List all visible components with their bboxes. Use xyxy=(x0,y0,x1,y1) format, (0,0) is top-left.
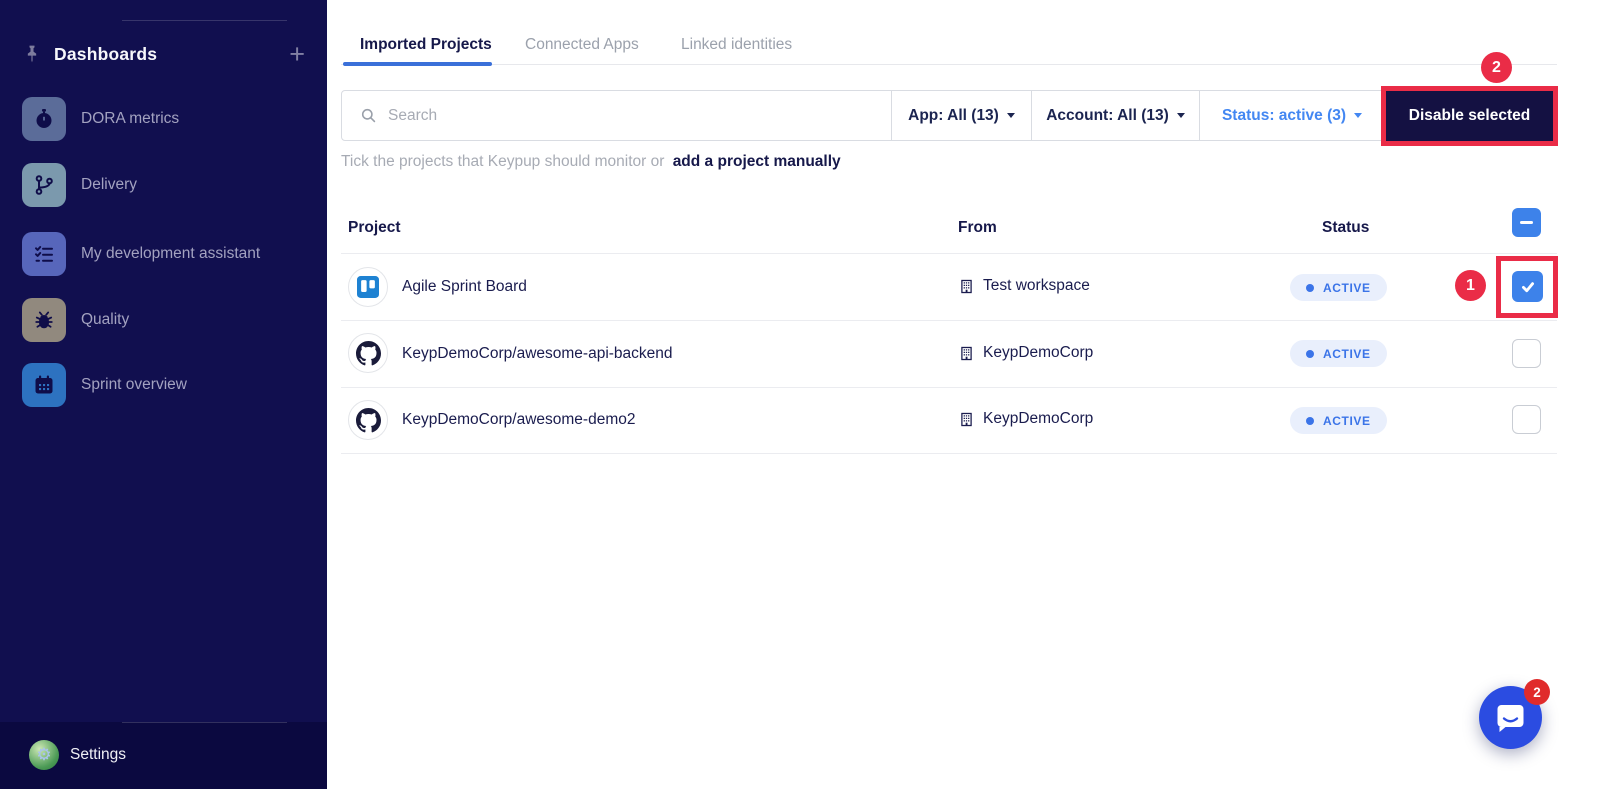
project-name: KeypDemoCorp/awesome-api-backend xyxy=(402,345,673,363)
active-tab-underline xyxy=(343,62,492,66)
sidebar-item-sprint-overview[interactable]: Sprint overview xyxy=(22,363,305,407)
row-divider xyxy=(341,453,1557,454)
from-cell: KeypDemoCorp xyxy=(958,344,1093,362)
stopwatch-icon xyxy=(22,97,66,141)
checklist-icon xyxy=(22,232,66,276)
app-filter-label: App: All (13) xyxy=(908,107,999,125)
account-filter-label: Account: All (13) xyxy=(1046,107,1169,125)
chat-unread-badge: 2 xyxy=(1524,679,1550,705)
from-label: KeypDemoCorp xyxy=(983,410,1093,428)
from-cell: KeypDemoCorp xyxy=(958,410,1093,428)
calendar-icon xyxy=(22,363,66,407)
tab-linked-identities[interactable]: Linked identities xyxy=(681,36,792,54)
github-icon xyxy=(348,333,388,373)
chevron-down-icon xyxy=(1007,113,1015,118)
status-label: ACTIVE xyxy=(1323,414,1371,428)
annotation-badge-2: 2 xyxy=(1481,52,1512,83)
status-badge: ACTIVE xyxy=(1290,274,1387,301)
row-divider xyxy=(341,320,1557,321)
building-icon xyxy=(958,345,975,362)
building-icon xyxy=(958,278,975,295)
tabbar-divider xyxy=(341,64,1557,65)
trello-icon xyxy=(348,267,388,307)
from-label: KeypDemoCorp xyxy=(983,344,1093,362)
sidebar-footer-divider xyxy=(122,722,287,723)
chevron-down-icon xyxy=(1177,113,1185,118)
row-checkbox[interactable] xyxy=(1512,405,1541,434)
tab-connected-apps[interactable]: Connected Apps xyxy=(525,36,639,54)
search-icon xyxy=(359,106,378,125)
search-input[interactable] xyxy=(388,107,891,125)
status-filter-label: Status: active (3) xyxy=(1222,107,1346,125)
column-header-from: From xyxy=(958,219,997,237)
add-project-manually-link[interactable]: add a project manually xyxy=(673,153,841,170)
sidebar-title: Dashboards xyxy=(54,44,289,65)
status-badge: ACTIVE xyxy=(1290,340,1387,367)
check-icon xyxy=(1518,277,1538,297)
column-header-status: Status xyxy=(1322,219,1369,237)
filter-toolbar: App: All (13) Account: All (13) Status: … xyxy=(341,90,1385,141)
annotation-badge-1: 1 xyxy=(1455,270,1486,301)
search-box xyxy=(342,91,891,140)
chevron-down-icon xyxy=(1354,113,1362,118)
status-dot-icon xyxy=(1306,350,1314,358)
sidebar-item-delivery[interactable]: Delivery xyxy=(22,163,305,207)
sidebar-item-label: Quality xyxy=(81,311,129,329)
github-icon xyxy=(348,400,388,440)
user-avatar: ⚙ xyxy=(29,740,59,770)
sidebar-item-label: My development assistant xyxy=(81,245,260,263)
building-icon xyxy=(958,411,975,428)
sidebar-item-label: Delivery xyxy=(81,176,137,194)
select-all-checkbox[interactable] xyxy=(1512,208,1541,237)
status-dot-icon xyxy=(1306,417,1314,425)
settings-label: Settings xyxy=(70,746,126,764)
disable-selected-button[interactable]: Disable selected xyxy=(1386,91,1553,141)
row-checkbox[interactable] xyxy=(1512,339,1541,368)
sidebar: Dashboards + DORA metrics xyxy=(0,0,327,789)
sidebar-item-my-development-assistant[interactable]: My development assistant xyxy=(22,232,305,276)
pin-icon[interactable] xyxy=(22,44,42,64)
hint-text: Tick the projects that Keypup should mon… xyxy=(341,153,664,170)
column-header-project: Project xyxy=(348,219,401,237)
status-filter-dropdown[interactable]: Status: active (3) xyxy=(1199,91,1384,140)
sidebar-item-quality[interactable]: Quality xyxy=(22,298,305,342)
app-filter-dropdown[interactable]: App: All (13) xyxy=(891,91,1031,140)
sidebar-top-divider xyxy=(122,20,287,21)
bug-icon xyxy=(22,298,66,342)
sidebar-footer: ⚙ Settings xyxy=(0,722,327,789)
status-label: ACTIVE xyxy=(1323,281,1371,295)
from-label: Test workspace xyxy=(983,277,1090,295)
status-dot-icon xyxy=(1306,284,1314,292)
git-branch-icon xyxy=(22,163,66,207)
row-divider xyxy=(341,387,1557,388)
project-name: Agile Sprint Board xyxy=(402,278,527,296)
from-cell: Test workspace xyxy=(958,277,1090,295)
chat-bubble-icon xyxy=(1494,702,1527,734)
row-checkbox-checked[interactable] xyxy=(1512,271,1543,302)
table-header-divider xyxy=(341,253,1557,254)
project-name: KeypDemoCorp/awesome-demo2 xyxy=(402,411,635,429)
account-filter-dropdown[interactable]: Account: All (13) xyxy=(1031,91,1199,140)
app-window: Dashboards + DORA metrics xyxy=(0,0,1600,789)
sidebar-item-settings[interactable]: ⚙ Settings xyxy=(29,740,126,770)
annotation-box-step2: Disable selected xyxy=(1381,86,1558,146)
tab-imported-projects[interactable]: Imported Projects xyxy=(360,36,492,54)
dashboards-header: Dashboards + xyxy=(22,40,305,68)
status-label: ACTIVE xyxy=(1323,347,1371,361)
add-dashboard-button[interactable]: + xyxy=(289,44,305,64)
sidebar-item-label: Sprint overview xyxy=(81,376,187,394)
status-badge: ACTIVE xyxy=(1290,407,1387,434)
sidebar-item-label: DORA metrics xyxy=(81,110,179,128)
hint-line: Tick the projects that Keypup should mon… xyxy=(341,153,841,171)
sidebar-item-dora-metrics[interactable]: DORA metrics xyxy=(22,97,305,141)
